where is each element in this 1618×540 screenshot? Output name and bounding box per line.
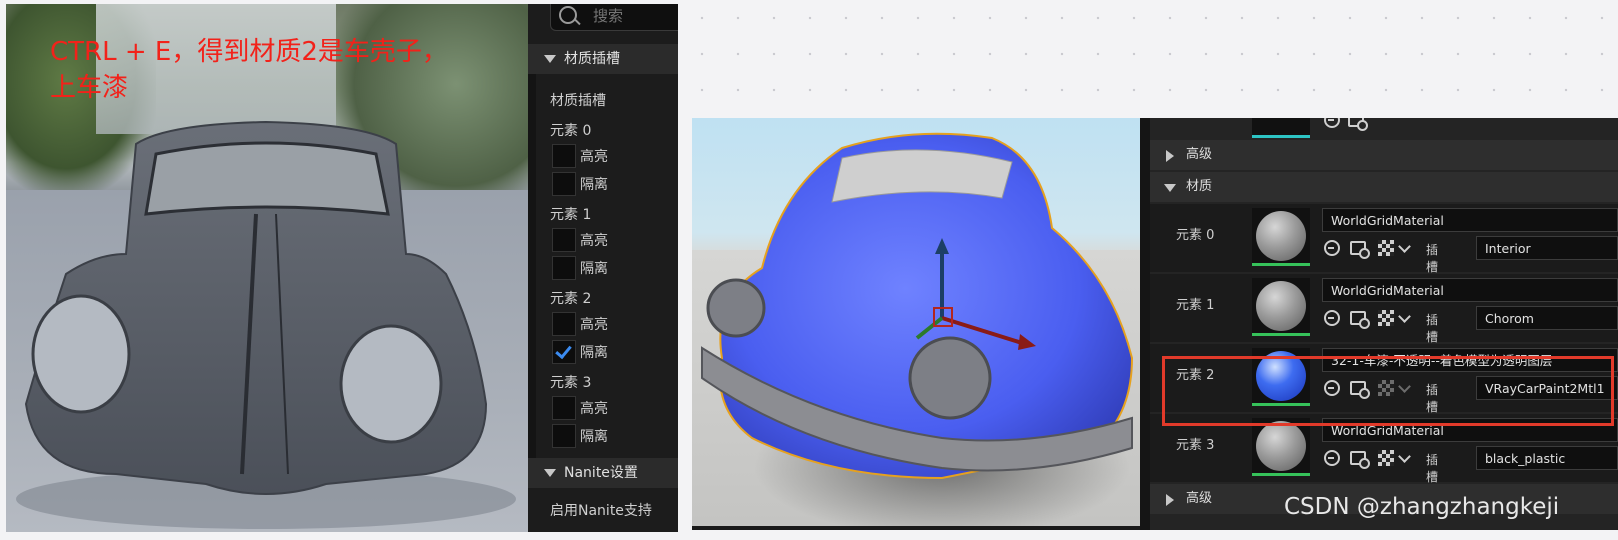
element-1-label: 元素 1 xyxy=(550,207,592,223)
section-title: Nanite设置 xyxy=(564,465,638,481)
slot-label: 插槽 xyxy=(1426,313,1439,344)
element-1-label: 元素 1 xyxy=(1176,298,1215,313)
element-3-label: 元素 3 xyxy=(550,375,592,391)
slot-name-3[interactable]: black_plastic xyxy=(1476,446,1618,470)
search-box[interactable] xyxy=(550,4,678,31)
material-sphere xyxy=(1256,421,1306,471)
red-annotation-text: CTRL + E，得到材质2是车壳子， 上车漆 xyxy=(50,34,500,106)
expand-arrow-icon xyxy=(544,55,556,63)
panel-indent-strip xyxy=(1140,118,1150,530)
section-advanced-top[interactable]: 高级 xyxy=(1150,140,1618,170)
element-0-isolate-label: 隔离 xyxy=(580,177,608,193)
slot-label: 插槽 xyxy=(1426,453,1439,484)
element-2-isolate-label: 隔离 xyxy=(580,345,608,361)
slot-name-1[interactable]: Chorom xyxy=(1476,306,1618,330)
section-material-slots[interactable]: 材质插槽 xyxy=(528,44,678,74)
element-1-highlight-checkbox[interactable] xyxy=(552,228,576,252)
element-2-highlight-label: 高亮 xyxy=(580,317,608,333)
browse-asset-icon[interactable] xyxy=(1350,451,1370,469)
slot-label: 插槽 xyxy=(1426,243,1439,274)
element-3-highlight-label: 高亮 xyxy=(580,401,608,417)
csdn-watermark: CSDN @zhangzhangkeji xyxy=(1284,494,1560,520)
element-3-highlight-checkbox[interactable] xyxy=(552,396,576,420)
blue-car-model[interactable] xyxy=(692,118,1140,526)
checker-texture-icon[interactable] xyxy=(1378,240,1394,256)
nanite-enable-label: 启用Nanite支持 xyxy=(550,503,652,519)
checker-texture-icon[interactable] xyxy=(1378,310,1394,326)
search-input[interactable] xyxy=(591,4,678,28)
thumbnail-accent-bar xyxy=(1252,473,1310,476)
slot-name-0[interactable]: Interior xyxy=(1476,236,1618,260)
element-1-highlight-label: 高亮 xyxy=(580,233,608,249)
section-material[interactable]: 材质 xyxy=(1150,172,1618,202)
element-1-isolate-label: 隔离 xyxy=(580,261,608,277)
use-selected-icon[interactable] xyxy=(1324,450,1340,466)
browse-asset-icon[interactable] xyxy=(1350,241,1370,259)
element-2-isolate-checkbox[interactable] xyxy=(552,340,576,364)
right-viewport[interactable] xyxy=(692,118,1140,526)
viewport-bottom-bar xyxy=(692,526,1140,530)
material-thumbnail-partial[interactable] xyxy=(1252,118,1310,138)
material-thumbnail-0[interactable] xyxy=(1252,208,1310,266)
right-details-panel: 高级 材质 元素 0 WorldGridMaterial 插槽 Interior… xyxy=(1140,118,1618,530)
checker-texture-icon[interactable] xyxy=(1378,450,1394,466)
use-selected-icon[interactable] xyxy=(1324,310,1340,326)
collapsed-arrow-icon xyxy=(1166,494,1174,506)
left-details-panel: 材质插槽 材质插槽 元素 0 高亮 隔离 元素 1 高亮 隔离 元素 2 高亮 … xyxy=(528,4,678,532)
element-0-highlight-label: 高亮 xyxy=(580,149,608,165)
red-highlight-box xyxy=(1162,356,1614,426)
annotation-line-2: 上车漆 xyxy=(50,73,129,103)
material-sphere xyxy=(1256,211,1306,261)
element-3-label: 元素 3 xyxy=(1176,438,1215,453)
element-3-isolate-checkbox[interactable] xyxy=(552,424,576,448)
browse-asset-icon[interactable] xyxy=(1348,118,1368,131)
collapsed-arrow-icon xyxy=(1166,150,1174,162)
expand-arrow-icon xyxy=(544,469,556,477)
use-selected-icon[interactable] xyxy=(1324,118,1340,128)
panel-indent-strip xyxy=(528,64,536,472)
element-0-label: 元素 0 xyxy=(550,123,592,139)
thumbnail-accent-bar xyxy=(1252,263,1310,266)
thumbnail-accent-bar xyxy=(1252,135,1310,138)
section-title: 材质 xyxy=(1186,179,1213,194)
element-2-highlight-checkbox[interactable] xyxy=(552,312,576,336)
material-name-1[interactable]: WorldGridMaterial xyxy=(1322,278,1618,302)
element-2-label: 元素 2 xyxy=(550,291,592,307)
browse-asset-icon[interactable] xyxy=(1350,311,1370,329)
thumbnail-accent-bar xyxy=(1252,333,1310,336)
material-thumbnail-1[interactable] xyxy=(1252,278,1310,336)
material-thumbnail-3[interactable] xyxy=(1252,418,1310,476)
element-1-isolate-checkbox[interactable] xyxy=(552,256,576,280)
annotation-line-1: CTRL + E，得到材质2是车壳子， xyxy=(50,37,448,67)
left-viewport[interactable]: CTRL + E，得到材质2是车壳子， 上车漆 xyxy=(6,4,528,532)
expand-arrow-icon xyxy=(1164,184,1176,192)
search-icon xyxy=(559,6,577,24)
element-3-isolate-label: 隔离 xyxy=(580,429,608,445)
section-title: 高级 xyxy=(1186,147,1213,162)
element-0-label: 元素 0 xyxy=(1176,228,1215,243)
use-selected-icon[interactable] xyxy=(1324,240,1340,256)
material-slots-label: 材质插槽 xyxy=(550,93,606,109)
section-title: 高级 xyxy=(1186,491,1213,506)
material-sphere xyxy=(1256,281,1306,331)
element-0-highlight-checkbox[interactable] xyxy=(552,144,576,168)
material-name-0[interactable]: WorldGridMaterial xyxy=(1322,208,1618,232)
element-0-isolate-checkbox[interactable] xyxy=(552,172,576,196)
section-nanite[interactable]: Nanite设置 xyxy=(528,458,678,488)
section-title: 材质插槽 xyxy=(564,51,620,67)
